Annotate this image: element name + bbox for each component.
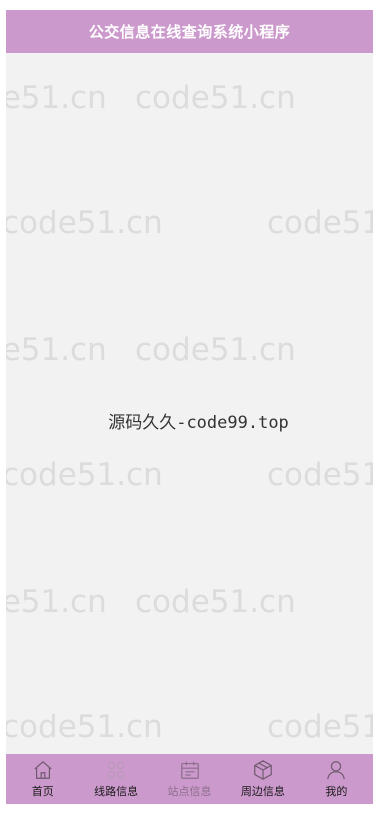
watermark-text: code51.cn xyxy=(267,709,373,745)
watermark-text: code51.cn xyxy=(267,205,373,241)
watermark-text: code51.cn xyxy=(135,80,296,116)
calendar-icon xyxy=(180,761,199,779)
watermark-text: code51.cn xyxy=(267,457,373,493)
tab-stations[interactable]: 站点信息 xyxy=(153,754,226,804)
tab-label: 线路信息 xyxy=(94,785,139,798)
tab-nearby[interactable]: 周边信息 xyxy=(226,754,299,804)
watermark-text: code51.cn xyxy=(6,709,163,745)
tab-routes[interactable]: 线路信息 xyxy=(79,754,152,804)
watermark-text: code51.cn xyxy=(6,332,107,368)
watermark-text: code51.cn xyxy=(6,205,163,241)
box-icon xyxy=(254,760,272,780)
watermark-text: code51.cn xyxy=(135,584,296,620)
tab-label: 站点信息 xyxy=(167,785,212,798)
user-icon xyxy=(327,761,346,780)
watermark-text: code51.cn xyxy=(135,332,296,368)
page-title: 公交信息在线查询系统小程序 xyxy=(6,10,373,53)
phone-frame: 公交信息在线查询系统小程序 code51.cn code51.cn code51… xyxy=(6,10,373,804)
tab-label: 周边信息 xyxy=(240,785,285,798)
tab-label: 我的 xyxy=(325,785,348,798)
watermark-text: code51.cn xyxy=(6,80,107,116)
tab-bar: 首页 线路信息 站点信息 周边信息 我的 xyxy=(6,754,373,804)
watermark-text: code51.cn xyxy=(6,584,107,620)
grid-icon xyxy=(107,761,125,779)
tab-profile[interactable]: 我的 xyxy=(300,754,373,804)
watermark-text: code51.cn xyxy=(6,457,163,493)
tab-label: 首页 xyxy=(31,785,54,798)
tab-home[interactable]: 首页 xyxy=(6,754,79,804)
center-text: 源码久久-code99.top xyxy=(108,413,289,433)
home-icon xyxy=(34,760,52,779)
main-content: code51.cn code51.cn code51.cn code51.cn … xyxy=(6,53,373,753)
